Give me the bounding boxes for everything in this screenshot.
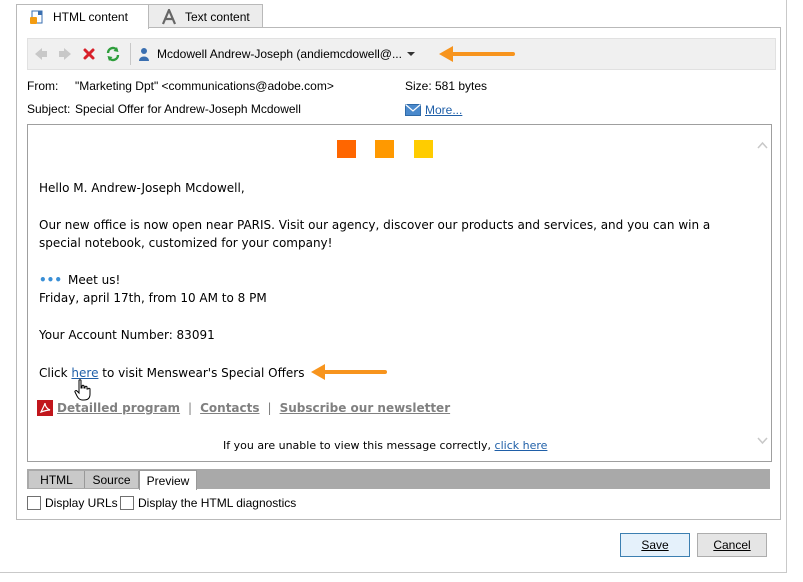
cancel-button-label: Cancel	[713, 538, 751, 552]
delete-button[interactable]	[78, 43, 100, 65]
recipient-label: Mcdowell Andrew-Joseph (andiemcdowell@..…	[157, 47, 402, 61]
here-link[interactable]: here	[71, 366, 98, 380]
footer-text: If you are unable to view this message c…	[223, 439, 492, 452]
refresh-icon	[106, 46, 120, 62]
recipient-selector[interactable]: Mcdowell Andrew-Joseph (andiemcdowell@..…	[137, 43, 416, 65]
contacts-link[interactable]: Contacts	[200, 401, 259, 415]
subject-label: Subject:	[27, 102, 71, 116]
display-diagnostics-label: Display the HTML diagnostics	[138, 496, 297, 510]
html-doc-icon	[29, 9, 45, 25]
preview-toolbar: Mcdowell Andrew-Joseph (andiemcdowell@..…	[27, 38, 776, 70]
subject-value: Special Offer for Andrew-Joseph Mcdowell	[75, 102, 301, 116]
save-button[interactable]: Save	[620, 533, 690, 557]
chevron-down-icon	[406, 52, 415, 56]
greeting-text: Hello M. Andrew-Joseph Mcdowell,	[39, 181, 245, 195]
scroll-down-icon	[757, 437, 768, 445]
text-letter-icon	[161, 8, 177, 25]
body-text-line1: Our new office is now open near PARIS. V…	[39, 218, 711, 232]
hand-cursor-icon	[74, 379, 91, 401]
size-label: Size:	[405, 79, 432, 93]
annotation-arrow-click-here	[311, 364, 387, 380]
from-value: "Marketing Dpt" <communications@adobe.co…	[75, 79, 334, 93]
message-preview-dialog: HTML content Text content Mcdowell Andre…	[0, 0, 787, 573]
meet-title: Meet us!	[68, 273, 121, 287]
links-row: Detailled program | Contacts | Subscribe…	[37, 400, 450, 416]
click-here-line: Click here to visit Menswear's Special O…	[39, 366, 304, 380]
from-label: From:	[27, 79, 59, 93]
tab-html-view[interactable]: HTML	[29, 471, 85, 488]
refresh-button[interactable]	[102, 43, 124, 65]
color-square-1	[337, 140, 356, 158]
more-link-label: More...	[425, 103, 463, 117]
click-prefix: Click	[39, 366, 72, 380]
size-value: 581 bytes	[435, 79, 488, 93]
toolbar-separator	[130, 43, 131, 65]
subscribe-newsletter-link[interactable]: Subscribe our newsletter	[280, 401, 451, 415]
tab-html-content[interactable]: HTML content	[16, 4, 149, 29]
meet-date: Friday, april 17th, from 10 AM to 8 PM	[39, 291, 267, 305]
tab-preview-view[interactable]: Preview	[139, 470, 197, 490]
display-urls-label: Display URLs	[45, 496, 118, 510]
red-x-icon	[83, 48, 95, 60]
link-separator-1: |	[188, 401, 193, 415]
envelope-icon	[405, 104, 421, 116]
display-diagnostics-option[interactable]: Display the HTML diagnostics	[120, 496, 296, 510]
footer-line: If you are unable to view this message c…	[223, 439, 547, 452]
account-number: Your Account Number: 83091	[39, 328, 215, 342]
detailled-program-link[interactable]: Detailled program	[57, 401, 180, 415]
save-button-label: Save	[641, 538, 669, 552]
color-square-2	[375, 140, 394, 158]
pdf-icon	[37, 400, 53, 416]
content-panel: Mcdowell Andrew-Joseph (andiemcdowell@..…	[16, 27, 781, 520]
link-separator-2: |	[267, 401, 272, 415]
body-text-line2: special notebook, customized for your co…	[39, 236, 333, 250]
meet-us-heading: ••• Meet us!	[39, 273, 120, 287]
back-button[interactable]	[30, 43, 52, 65]
more-link[interactable]: More...	[405, 103, 462, 117]
tab-html-content-label: HTML content	[53, 10, 128, 24]
display-urls-checkbox[interactable]	[27, 496, 41, 510]
tab-text-content[interactable]: Text content	[148, 4, 263, 28]
cancel-button[interactable]: Cancel	[697, 533, 767, 557]
arrow-left-icon	[35, 48, 47, 60]
forward-button[interactable]	[54, 43, 76, 65]
display-urls-option[interactable]: Display URLs	[27, 496, 118, 510]
meet-dots: •••	[39, 273, 63, 287]
person-icon	[139, 48, 149, 61]
click-suffix: to visit Menswear's Special Offers	[98, 366, 305, 380]
footer-click-here-link[interactable]: click here	[495, 439, 548, 452]
display-diagnostics-checkbox[interactable]	[120, 496, 134, 510]
tab-source-view[interactable]: Source	[85, 471, 139, 488]
vertical-scrollbar[interactable]	[754, 125, 771, 461]
view-mode-tabs: HTML Source Preview	[27, 469, 770, 490]
annotation-arrow-recipient	[439, 46, 515, 62]
scroll-up-icon	[757, 141, 768, 149]
html-preview: Hello M. Andrew-Joseph Mcdowell, Our new…	[27, 124, 772, 462]
color-square-3	[414, 140, 433, 158]
tab-text-content-label: Text content	[185, 9, 250, 24]
arrow-right-icon	[59, 48, 71, 60]
